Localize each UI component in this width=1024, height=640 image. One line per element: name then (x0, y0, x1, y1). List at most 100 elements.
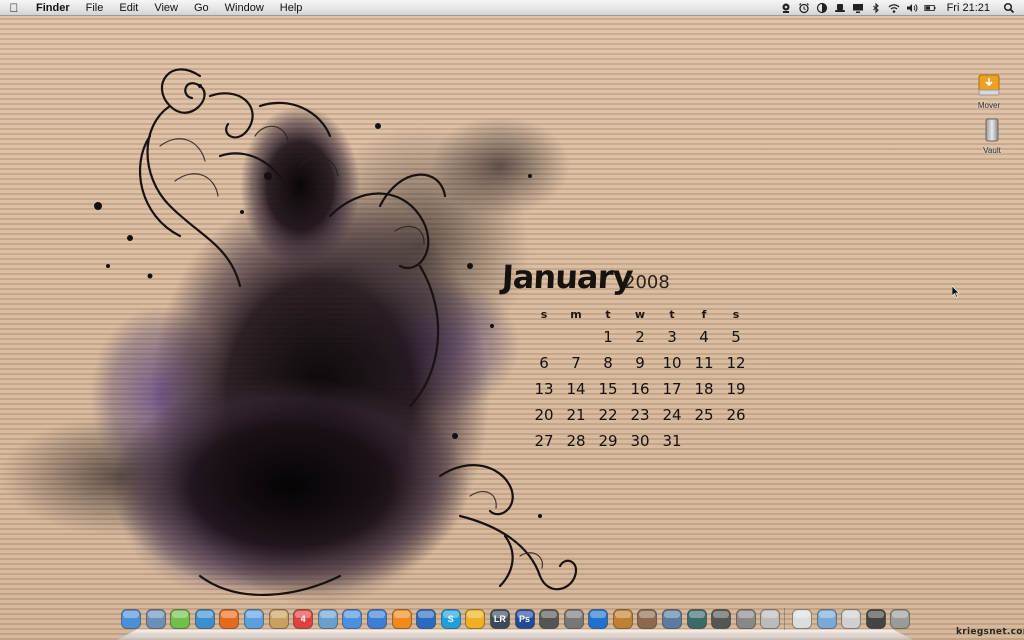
dock-item-finder[interactable] (120, 608, 142, 630)
calendar-day: 19 (726, 380, 746, 398)
dock-item-stack-2[interactable] (791, 608, 813, 630)
calendar-day: 22 (598, 406, 618, 424)
cat-picture-icon (865, 609, 886, 629)
menu-bar:  Finder File Edit View Go Window Help (0, 0, 1024, 16)
finder-icon (121, 609, 141, 629)
gauge-icon (711, 609, 732, 629)
calendar-day: 26 (726, 406, 746, 424)
dock-item-ical[interactable]: 4 (292, 608, 314, 630)
webcam-icon[interactable] (777, 0, 795, 16)
dock-item-preview[interactable] (636, 608, 658, 630)
menu-edit[interactable]: Edit (111, 0, 146, 16)
dock-item-transmit[interactable] (464, 608, 486, 630)
dock-item-spaces[interactable] (661, 608, 683, 630)
calendar-day: 12 (726, 354, 746, 372)
calendar-week-row: 13 14 15 16 17 18 19 (528, 376, 752, 402)
clock-icon (686, 609, 707, 629)
calendar-day: 17 (662, 380, 682, 398)
dock-item-photoshop[interactable]: Ps (514, 608, 536, 630)
dock-item-ichat[interactable] (169, 608, 191, 630)
calendar-day (688, 428, 720, 454)
calendar-day (528, 324, 560, 350)
dock-item-quicktime[interactable] (366, 608, 388, 630)
dock-item-skype[interactable]: S (440, 608, 462, 630)
spotlight-search-icon[interactable] (1000, 0, 1018, 16)
dock-item-label: S (447, 614, 454, 624)
weekday-label: s (732, 308, 740, 321)
mouse-cursor-icon (952, 286, 960, 298)
menu-clock[interactable]: Fri 21:21 (939, 0, 1000, 16)
external-drive-icon (978, 74, 1000, 96)
battery-icon[interactable] (921, 0, 939, 16)
calendar-day: 1 (603, 328, 613, 346)
document-icon (792, 609, 813, 629)
menu-file[interactable]: File (78, 0, 112, 16)
dock-item-dvd-player[interactable] (587, 608, 609, 630)
hat-icon[interactable] (831, 0, 849, 16)
menu-finder[interactable]: Finder (28, 0, 78, 16)
calendar-day: 16 (630, 380, 650, 398)
apple-logo-icon[interactable]:  (0, 0, 28, 16)
dock-item-stack-1[interactable] (759, 608, 781, 630)
ink-splash-artwork (0, 68, 578, 606)
desktop[interactable]:  Finder File Edit View Go Window Help (0, 0, 1024, 640)
dock-item-safari[interactable] (194, 608, 216, 630)
dock-item-iphoto[interactable] (317, 608, 339, 630)
calendar-grid: s m t w t f s 1 2 3 4 5 6 7 8 9 10 11 12… (528, 306, 752, 454)
calendar-day (720, 428, 752, 454)
dock-item-aperture[interactable] (538, 608, 560, 630)
desktop-icon-label: Vault (983, 146, 1001, 155)
dock-item-label: 4 (300, 614, 306, 624)
desktop-icon-label: Mover (977, 101, 1001, 110)
calendar-day: 7 (571, 354, 581, 372)
dock-item-system-prefs[interactable] (710, 608, 732, 630)
dock-item-imovie[interactable] (563, 608, 585, 630)
dock-item-vlc[interactable] (391, 608, 413, 630)
calendar-month: January (501, 258, 634, 296)
dock-item-bird[interactable] (415, 608, 437, 630)
dock-item-applications[interactable] (816, 608, 838, 630)
weekday-label: t (669, 308, 675, 321)
dock-item-downloads[interactable] (840, 608, 862, 630)
dock-item-garageband[interactable] (612, 608, 634, 630)
calendar-week-row: 6 7 8 9 10 11 12 (528, 350, 752, 376)
dock-item-trash[interactable] (889, 608, 911, 630)
dock-item-firefox[interactable] (218, 608, 240, 630)
desktop-icon-vault[interactable]: Vault (967, 117, 1017, 155)
dock-item-itunes[interactable] (341, 608, 363, 630)
dock-item-utilities[interactable] (735, 608, 757, 630)
dock-item-time-machine[interactable] (686, 608, 708, 630)
weekday-label: s (540, 308, 548, 321)
dock-item-mail[interactable] (145, 608, 167, 630)
dock-item-lightroom[interactable]: LR (489, 608, 511, 630)
menu-help[interactable]: Help (272, 0, 311, 16)
menu-go[interactable]: Go (186, 0, 217, 16)
calendar-day: 5 (731, 328, 741, 346)
half-moon-icon[interactable] (813, 0, 831, 16)
calendar-day: 15 (598, 380, 618, 398)
wifi-icon[interactable] (885, 0, 903, 16)
volume-icon[interactable] (903, 0, 921, 16)
calendar-day: 21 (566, 406, 586, 424)
calendar-year: 2008 (624, 272, 670, 293)
calendar-day: 9 (635, 354, 645, 372)
desktop-icon-mover[interactable]: Mover (964, 72, 1014, 110)
menu-window[interactable]: Window (217, 0, 272, 16)
dock-separator (784, 608, 787, 630)
calendar-day: 8 (603, 354, 613, 372)
dock-item-address-book[interactable] (268, 608, 290, 630)
terminal-icon (735, 609, 756, 629)
calendar-day: 30 (630, 432, 650, 450)
calendar-day: 2 (635, 328, 645, 346)
mail-icon (145, 609, 166, 629)
bluetooth-icon[interactable] (867, 0, 885, 16)
calendar-day: 14 (566, 380, 586, 398)
dock-item-pictures[interactable] (865, 608, 887, 630)
alarm-clock-icon[interactable] (795, 0, 813, 16)
menu-view[interactable]: View (146, 0, 186, 16)
camera-icon (539, 609, 560, 629)
display-icon[interactable] (849, 0, 867, 16)
dock-item-video-chat[interactable] (243, 608, 265, 630)
compass-icon (194, 609, 215, 629)
calendar-day: 23 (630, 406, 650, 424)
